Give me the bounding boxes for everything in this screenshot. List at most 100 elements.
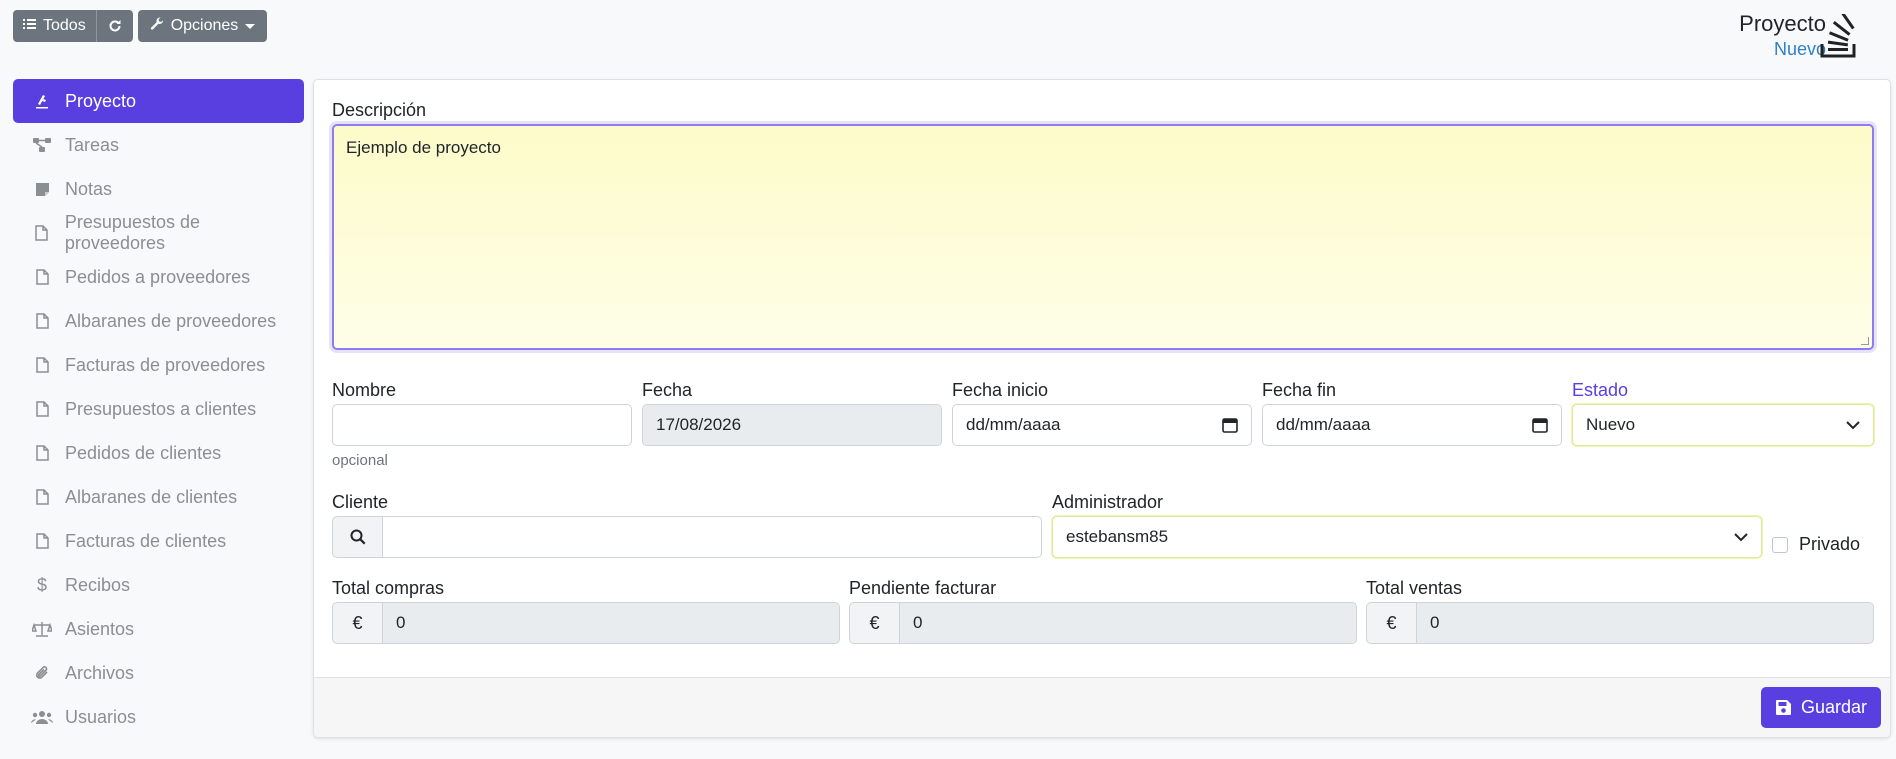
administrador-value: estebansm85: [1066, 527, 1169, 546]
file-icon: [31, 357, 53, 373]
fecha-label: Fecha: [642, 380, 693, 400]
nombre-label: Nombre: [332, 380, 397, 400]
file-icon: [31, 269, 53, 285]
sidebar-item-recibos[interactable]: $ Recibos: [13, 563, 304, 607]
todos-button[interactable]: Todos: [13, 10, 96, 42]
sidebar-item-label: Archivos: [65, 662, 135, 683]
sidebar-item-facturas-proveedores[interactable]: Facturas de proveedores: [13, 343, 304, 387]
sidebar-item-asientos[interactable]: Asientos: [13, 607, 304, 651]
project-form-card: Descripción Ejemplo de proyecto Nombre o…: [313, 79, 1891, 738]
search-icon[interactable]: [332, 516, 382, 558]
sidebar-item-usuarios[interactable]: Usuarios: [13, 695, 304, 739]
sidebar-item-label: Usuarios: [65, 706, 137, 727]
sidebar-item-label: Pedidos a proveedores: [65, 266, 251, 287]
sidebar-item-label: Presupuestos de proveedores: [64, 212, 200, 253]
total-compras-group: € 0: [332, 602, 840, 644]
opciones-button[interactable]: Opciones: [137, 10, 268, 42]
file-icon: [31, 401, 53, 417]
fecha-inicio-value: dd/mm/aaaa: [966, 415, 1061, 434]
cliente-input-group: [332, 516, 1042, 558]
sidebar-item-label: Notas: [65, 178, 113, 199]
page-title: Proyecto: [1739, 11, 1826, 36]
estado-select[interactable]: Nuevo: [1572, 404, 1874, 446]
file-icon: [31, 489, 53, 505]
sidebar-item-pedidos-proveedores[interactable]: Pedidos a proveedores: [13, 255, 304, 299]
calendar-icon[interactable]: [1532, 417, 1548, 433]
chevron-down-icon: [1846, 420, 1860, 430]
sidebar-item-proyecto[interactable]: Proyecto: [13, 79, 304, 123]
total-compras-input: 0: [382, 602, 840, 644]
sidebar-item-label: Albaranes de proveedores: [65, 310, 277, 331]
page-header: Proyecto Nuevo: [1739, 10, 1826, 60]
dollar-icon: $: [36, 574, 47, 595]
sidebar-item-albaranes-proveedores[interactable]: Albaranes de proveedores: [13, 299, 304, 343]
sidebar-item-label: Recibos: [65, 574, 131, 595]
descripcion-label: Descripción: [332, 100, 427, 120]
file-icon: [31, 313, 53, 329]
sidebar-item-tareas[interactable]: Tareas: [13, 123, 304, 167]
total-compras-value: 0: [396, 613, 406, 632]
sidebar-item-label: Pedidos de clientes: [65, 442, 222, 463]
fecha-fin-label: Fecha fin: [1262, 380, 1337, 400]
sidebar-item-archivos[interactable]: Archivos: [13, 651, 304, 695]
sidebar: Proyecto Tareas Notas Presupuestos de pr…: [13, 79, 304, 739]
sidebar-item-presupuestos-proveedores[interactable]: Presupuestos de proveedores: [13, 211, 304, 255]
todos-button-group: Todos: [13, 10, 133, 42]
sidebar-item-presupuestos-clientes[interactable]: Presupuestos a clientes: [13, 387, 304, 431]
sidebar-item-label: Asientos: [65, 618, 135, 639]
page-subtitle: Nuevo: [1773, 39, 1826, 59]
sidebar-item-label: Facturas de clientes: [65, 530, 227, 551]
file-icon: [31, 533, 53, 549]
descripcion-value: Ejemplo de proyecto: [346, 138, 501, 157]
privado-checkbox[interactable]: Privado: [1772, 534, 1860, 555]
todos-label: Todos: [43, 17, 86, 34]
sidebar-item-label: Facturas de proveedores: [65, 354, 266, 375]
stack-logo-icon: [1818, 11, 1860, 60]
fecha-input: 17/08/2026: [642, 404, 942, 446]
sidebar-item-label: Albaranes de clientes: [65, 486, 238, 507]
cliente-label: Cliente: [332, 492, 389, 512]
pendiente-facturar-label: Pendiente facturar: [849, 578, 997, 598]
sidebar-item-facturas-clientes[interactable]: Facturas de clientes: [13, 519, 304, 563]
calendar-icon[interactable]: [1222, 417, 1238, 433]
save-label: Guardar: [1800, 697, 1867, 717]
note-icon: [31, 182, 53, 197]
pendiente-facturar-group: € 0: [849, 602, 1357, 644]
fecha-inicio-input[interactable]: dd/mm/aaaa: [952, 404, 1252, 446]
sidebar-item-label: Tareas: [65, 134, 120, 155]
administrador-label: Administrador: [1052, 492, 1164, 512]
resize-handle-icon[interactable]: [1861, 337, 1869, 345]
file-icon: [31, 445, 53, 461]
save-button[interactable]: Guardar: [1760, 687, 1881, 728]
estado-value: Nuevo: [1586, 415, 1636, 434]
total-ventas-input: 0: [1416, 602, 1874, 644]
nombre-input[interactable]: [332, 404, 632, 446]
sidebar-item-albaranes-clientes[interactable]: Albaranes de clientes: [13, 475, 304, 519]
chevron-down-icon: [245, 23, 256, 29]
total-ventas-group: € 0: [1366, 602, 1874, 644]
sidebar-item-notas[interactable]: Notas: [13, 167, 304, 211]
descripcion-textarea[interactable]: Ejemplo de proyecto: [332, 124, 1874, 350]
administrador-select[interactable]: estebansm85: [1052, 516, 1762, 558]
project-icon: [31, 93, 53, 109]
floppy-disk-icon: [1775, 699, 1792, 716]
users-icon: [31, 709, 53, 725]
nombre-help-text: opcional: [332, 452, 388, 469]
file-icon: [31, 225, 53, 241]
euro-icon: €: [332, 602, 382, 644]
cliente-input[interactable]: [382, 516, 1042, 558]
paperclip-icon: [31, 665, 53, 681]
total-compras-label: Total compras: [332, 578, 445, 598]
list-icon: [23, 17, 36, 35]
sidebar-item-label: Presupuestos a clientes: [65, 398, 257, 419]
sidebar-item-pedidos-clientes[interactable]: Pedidos de clientes: [13, 431, 304, 475]
fecha-fin-value: dd/mm/aaaa: [1276, 415, 1371, 434]
checkbox-box[interactable]: [1772, 536, 1788, 553]
pendiente-facturar-input: 0: [899, 602, 1357, 644]
wrench-icon: [150, 16, 164, 36]
refresh-button[interactable]: [95, 10, 133, 42]
chevron-down-icon: [1734, 532, 1748, 542]
tasks-icon: [31, 138, 53, 152]
privado-label: Privado: [1799, 534, 1861, 554]
fecha-fin-input[interactable]: dd/mm/aaaa: [1262, 404, 1562, 446]
